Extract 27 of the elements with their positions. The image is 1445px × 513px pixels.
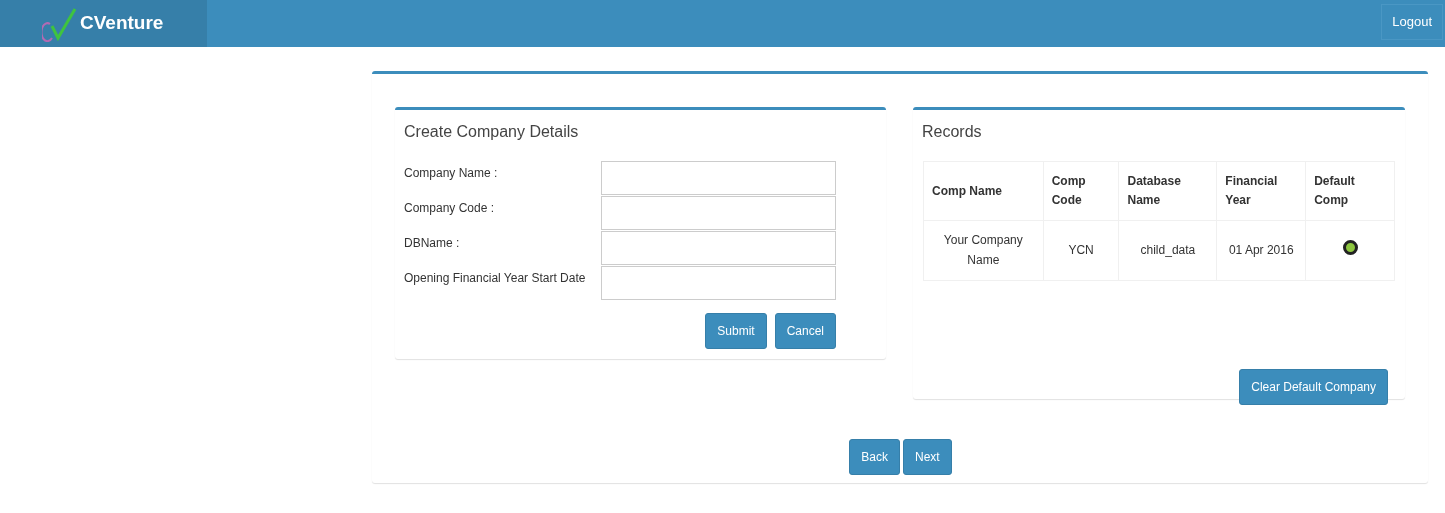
column-header: Comp Code [1043,161,1119,221]
clear-default-button[interactable]: Clear Default Company [1239,368,1388,405]
input-field[interactable] [601,161,836,195]
brand-name: CVenture [80,11,164,36]
input-field[interactable] [601,196,836,230]
input-field[interactable] [601,266,836,300]
cancel-button[interactable]: Cancel [774,313,836,349]
column-header: Financial Year [1216,161,1306,221]
form-title: Create Company Details [404,122,580,142]
field-label: Company Name : [404,165,499,182]
default-radio[interactable] [1342,239,1358,255]
next-button[interactable]: Next [903,439,952,475]
column-header: Database Name [1119,161,1217,221]
logout-button[interactable]: Logout [1381,4,1443,40]
field-label: Company Code : [404,200,496,217]
input-field[interactable] [601,231,836,265]
table-cell: Your Company Name [923,220,1044,281]
submit-button[interactable]: Submit [705,313,767,349]
records-title: Records [922,122,983,142]
column-header: Default Comp [1305,161,1395,221]
field-label: DBName : [404,235,461,252]
back-button[interactable]: Back [849,439,900,475]
table-cell: child_data [1119,220,1217,281]
column-header: Comp Name [923,161,1044,221]
field-label: Opening Financial Year Start Date [404,270,587,287]
table-cell: YCN [1043,220,1119,281]
table-cell: 01 Apr 2016 [1216,220,1306,281]
